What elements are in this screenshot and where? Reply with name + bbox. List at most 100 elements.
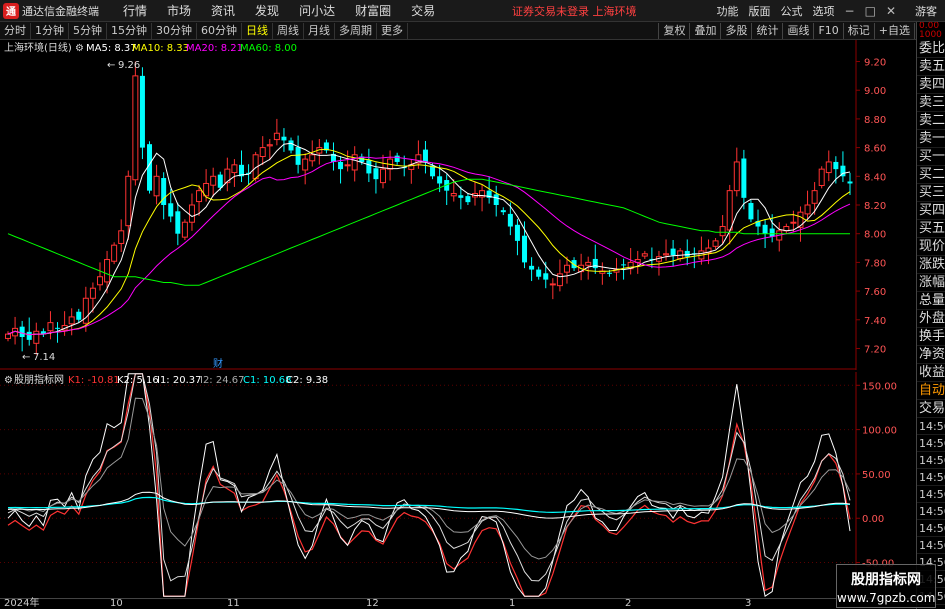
price-tick-label: 8.40	[864, 172, 886, 183]
indicator-chart[interactable]: ⚙ 股朋指标网 K1: -10.81 K2: 5.16 I1: 20.37 I2…	[0, 372, 880, 598]
price-tick-label: 9.20	[864, 58, 886, 69]
candle-body	[670, 248, 676, 256]
side-item: 卖五	[917, 59, 945, 76]
candle-body	[111, 244, 118, 262]
candle-body	[231, 164, 238, 174]
guest-user[interactable]: 游客	[901, 3, 945, 19]
candle-body	[295, 147, 301, 165]
candle-body	[606, 272, 612, 274]
period-more[interactable]: 更多	[377, 22, 408, 39]
period-daily[interactable]: 日线	[242, 22, 273, 39]
candle-body	[33, 330, 40, 344]
candle-body	[380, 168, 387, 184]
tool-biaoji[interactable]: 标记	[842, 23, 874, 39]
menu-jiaoyi[interactable]: 交易	[401, 2, 445, 19]
menu-hangqing[interactable]: 行情	[113, 2, 157, 19]
candle-body	[847, 181, 853, 184]
date-label: 1	[509, 598, 516, 609]
tool-f10[interactable]: F10	[813, 23, 842, 39]
period-fenshi[interactable]: 分时	[0, 22, 31, 39]
menu-caifuquan[interactable]: 财富圈	[345, 2, 401, 19]
period-multi[interactable]: 多周期	[335, 22, 377, 39]
candle-body	[55, 327, 61, 329]
tool-duogu[interactable]: 多股	[720, 23, 751, 39]
k2-legend: K2: 5.16	[117, 375, 159, 386]
kline-chart[interactable]: 上海环境(日线) ⚙ MA5: 8.37 MA10: 8.33 MA20: 8.…	[0, 40, 880, 370]
price-tick-label: 7.60	[864, 287, 886, 298]
date-label: 10	[110, 598, 123, 609]
candle-body	[437, 176, 443, 184]
candle-body	[76, 311, 82, 320]
period-1min[interactable]: 1分钟	[31, 22, 69, 39]
tool-add-watchlist[interactable]: +自选	[873, 23, 914, 39]
settings-gear-icon[interactable]: ⚙	[75, 43, 84, 54]
candle-body	[5, 333, 11, 339]
menu-bar: 通 通达信金融终端 行情 市场 资讯 发现 问小达 财富圈 交易 证券交易未登录…	[0, 0, 945, 22]
candle-body	[125, 175, 132, 227]
side-item: 买一	[917, 149, 945, 166]
low-marker: 7.14	[33, 352, 55, 363]
candle-body	[769, 228, 775, 237]
side-item: 净资	[917, 347, 945, 364]
menu-banmian[interactable]: 版面	[744, 3, 776, 19]
candle-body	[790, 221, 797, 224]
period-monthly[interactable]: 月线	[304, 22, 335, 39]
candle-body	[89, 287, 96, 299]
minimize-icon[interactable]: −	[840, 4, 860, 18]
tool-huaxian[interactable]: 画线	[782, 23, 813, 39]
period-60min[interactable]: 60分钟	[197, 22, 242, 39]
side-trade[interactable]: 交易	[917, 400, 945, 418]
candle-body	[592, 258, 598, 269]
candle-body	[825, 161, 832, 174]
candle-body	[281, 136, 287, 141]
menu-zixun[interactable]: 资讯	[201, 2, 245, 19]
candle-body	[104, 259, 111, 283]
side-item: 买五	[917, 221, 945, 238]
tool-tongji[interactable]: 统计	[751, 23, 782, 39]
side-item: 收益	[917, 365, 945, 382]
menu-faxian[interactable]: 发现	[245, 2, 289, 19]
menu-wenxiaoda[interactable]: 问小达	[289, 2, 345, 19]
side-item: 买四	[917, 203, 945, 220]
candle-body	[132, 75, 139, 181]
candle-body	[309, 154, 316, 162]
side-time: 14:56	[917, 488, 945, 503]
login-notice[interactable]: 证券交易未登录 上海环境	[512, 3, 637, 19]
side-item: 总量	[917, 293, 945, 310]
price-axis: 7.20 7.40 7.60 7.80 8.00 8.20 8.40 8.60 8.80 9.00…	[856, 58, 886, 355]
close-icon[interactable]: ✕	[881, 4, 901, 18]
period-30min[interactable]: 30分钟	[152, 22, 197, 39]
event-marker[interactable]: 财	[213, 357, 223, 370]
maximize-icon[interactable]: □	[860, 4, 881, 18]
tool-diejia[interactable]: 叠加	[689, 23, 720, 39]
menu-gongneng[interactable]: 功能	[712, 3, 744, 19]
candle-body	[563, 264, 570, 273]
sub-tick-label: 50.00	[862, 470, 891, 481]
candle-body	[366, 160, 372, 174]
menu-gongshi[interactable]: 公式	[776, 3, 808, 19]
tool-fuquan[interactable]: 复权	[658, 23, 689, 39]
period-5min[interactable]: 5分钟	[69, 22, 107, 39]
candle-body	[196, 190, 203, 203]
period-15min[interactable]: 15分钟	[107, 22, 152, 39]
candle-body	[26, 331, 32, 340]
menu-shichang[interactable]: 市场	[157, 2, 201, 19]
candles-group	[5, 61, 853, 355]
k1-legend: K1: -10.81	[68, 375, 120, 386]
period-toolbar: 分时 1分钟 5分钟 15分钟 30分钟 60分钟 日线 周线 月线 多周期 更…	[0, 22, 945, 40]
candle-body	[19, 326, 25, 337]
sub-settings-gear-icon[interactable]: ⚙	[4, 375, 13, 386]
candle-body	[118, 230, 125, 244]
candle-body	[47, 322, 54, 332]
i1-legend: I1: 20.37	[157, 375, 202, 386]
candle-body	[500, 210, 506, 213]
period-weekly[interactable]: 周线	[273, 22, 304, 39]
candle-body	[514, 224, 520, 241]
candle-body	[818, 168, 825, 186]
side-auto[interactable]: 自动	[917, 382, 945, 400]
candle-body	[266, 144, 273, 147]
side-item: 涨跌	[917, 257, 945, 274]
high-marker-arrow-icon: ←	[107, 60, 115, 71]
candle-body	[621, 264, 627, 266]
menu-xuanxiang[interactable]: 选项	[808, 3, 840, 19]
